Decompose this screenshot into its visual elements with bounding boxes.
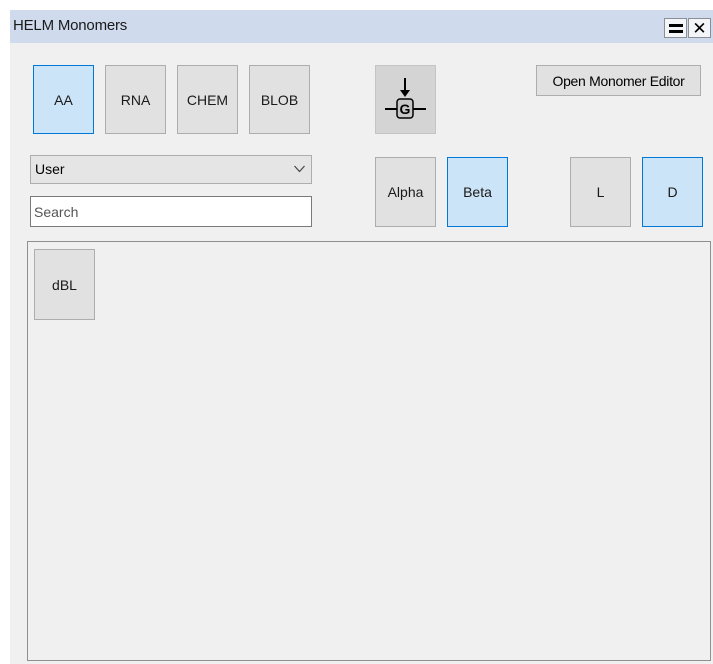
type-button-aa[interactable]: AA [33, 65, 94, 134]
monomer-label: dBL [52, 276, 77, 293]
type-button-blob[interactable]: BLOB [249, 65, 310, 134]
open-monomer-editor-button[interactable]: Open Monomer Editor [536, 65, 701, 96]
type-button-chem[interactable]: CHEM [177, 65, 238, 134]
source-select-value: User [35, 161, 65, 177]
open-monomer-editor-label: Open Monomer Editor [552, 72, 685, 89]
d-button-label: D [667, 184, 678, 200]
menu-button[interactable] [664, 18, 687, 38]
type-button-label: CHEM [186, 91, 229, 108]
l-button-label: L [596, 184, 605, 200]
monomer-attach-g-icon: G [385, 78, 426, 119]
monomer-button-dbl[interactable]: dBL [34, 249, 95, 320]
type-button-label: AA [54, 91, 73, 108]
chevron-down-icon [294, 165, 305, 173]
close-icon: ✕ [692, 18, 707, 38]
monomer-attach-g-button[interactable]: G [375, 65, 436, 134]
svg-text:G: G [400, 101, 411, 117]
monomers-panel: AA RNA CHEM BLOB G Open Monomer Editor U… [10, 43, 713, 664]
alpha-button-label: Alpha [387, 184, 424, 200]
window-titlebar: HELM Monomers ✕ [10, 10, 713, 43]
menu-icon [669, 24, 683, 27]
d-button[interactable]: D [642, 157, 703, 227]
window-title: HELM Monomers [13, 17, 128, 34]
type-button-rna[interactable]: RNA [105, 65, 166, 134]
close-button[interactable]: ✕ [688, 18, 711, 38]
search-input[interactable] [30, 196, 312, 227]
monomer-list: dBL [27, 241, 711, 661]
type-button-label: BLOB [260, 91, 299, 108]
type-button-label: RNA [120, 91, 151, 108]
alpha-button[interactable]: Alpha [375, 157, 436, 227]
beta-button-label: Beta [463, 184, 492, 200]
source-select[interactable]: User [30, 155, 312, 184]
beta-button[interactable]: Beta [447, 157, 508, 227]
l-button[interactable]: L [570, 157, 631, 227]
